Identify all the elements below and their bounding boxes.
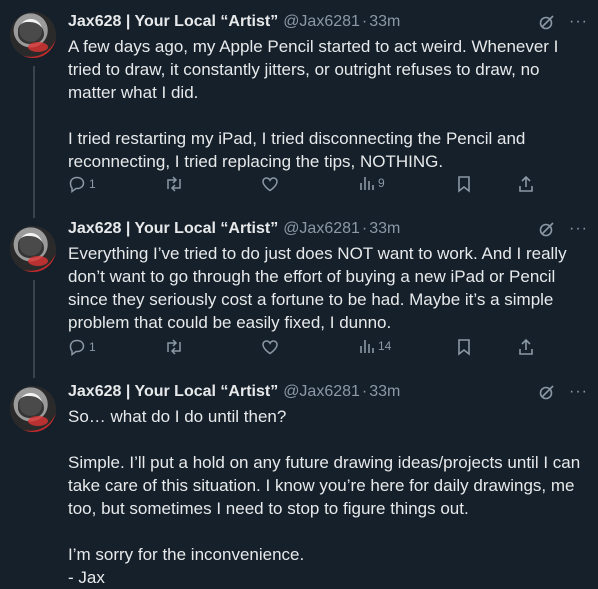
bookmark-icon (458, 176, 470, 193)
views-icon (360, 177, 374, 190)
retweet-icon (167, 339, 181, 355)
views-count: 14 (378, 339, 392, 353)
bookmark-button[interactable] (456, 175, 472, 193)
separator-dot: · (361, 383, 368, 400)
grok-icon[interactable] (539, 384, 555, 400)
reply-count: 1 (89, 177, 96, 191)
reply-icon (69, 339, 85, 356)
reply-count: 1 (89, 340, 96, 354)
thread-line (33, 280, 35, 378)
views-button[interactable]: 14 (359, 338, 391, 354)
display-name[interactable]: Jax628 | Your Local “Artist” (68, 13, 278, 31)
action-bar: 1 9 (68, 175, 538, 195)
more-icon[interactable]: ··· (569, 383, 588, 401)
thread-line (33, 66, 35, 218)
tweet-text: Everything I’ve tried to do just does NO… (68, 244, 567, 332)
like-icon (262, 340, 278, 355)
grok-icon[interactable] (539, 221, 555, 237)
bookmark-button[interactable] (456, 338, 472, 356)
tweet-text: So… what do I do until then? Simple. I’l… (68, 407, 581, 587)
timestamp[interactable]: 33m (369, 383, 400, 401)
bookmark-icon (458, 339, 470, 356)
avatar[interactable] (10, 12, 56, 58)
timestamp[interactable]: 33m (369, 220, 400, 238)
more-icon[interactable]: ··· (569, 220, 588, 238)
share-icon (519, 175, 533, 192)
user-handle[interactable]: @Jax6281 (283, 13, 360, 31)
reply-button[interactable]: 1 (68, 338, 96, 356)
timestamp[interactable]: 33m (369, 13, 400, 31)
separator-dot: · (361, 13, 368, 30)
tweet-text: A few days ago, my Apple Pencil started … (68, 37, 559, 171)
like-button[interactable] (261, 175, 279, 193)
share-icon (519, 338, 533, 355)
like-button[interactable] (261, 338, 279, 356)
user-handle[interactable]: @Jax6281 (283, 383, 360, 401)
retweet-icon (167, 176, 181, 192)
share-button[interactable] (518, 338, 534, 356)
share-button[interactable] (518, 175, 534, 193)
reply-button[interactable]: 1 (68, 175, 96, 193)
tweet-header: Jax628 | Your Local “Artist” @Jax6281 · … (68, 218, 588, 240)
separator-dot: · (361, 220, 368, 237)
views-icon (360, 340, 374, 353)
views-button[interactable]: 9 (359, 175, 385, 191)
user-handle[interactable]: @Jax6281 (283, 220, 360, 238)
like-icon (262, 177, 278, 192)
avatar[interactable] (10, 226, 56, 272)
views-count: 9 (378, 176, 385, 190)
display-name[interactable]: Jax628 | Your Local “Artist” (68, 383, 278, 401)
more-icon[interactable]: ··· (569, 13, 588, 31)
retweet-button[interactable] (164, 338, 184, 356)
tweet-header: Jax628 | Your Local “Artist” @Jax6281 · … (68, 381, 588, 403)
retweet-button[interactable] (164, 175, 184, 193)
avatar[interactable] (10, 386, 56, 432)
reply-icon (69, 176, 85, 193)
grok-icon[interactable] (539, 14, 555, 30)
tweet-header: Jax628 | Your Local “Artist” @Jax6281 · … (68, 11, 588, 33)
display-name[interactable]: Jax628 | Your Local “Artist” (68, 220, 278, 238)
action-bar: 1 14 (68, 338, 538, 358)
